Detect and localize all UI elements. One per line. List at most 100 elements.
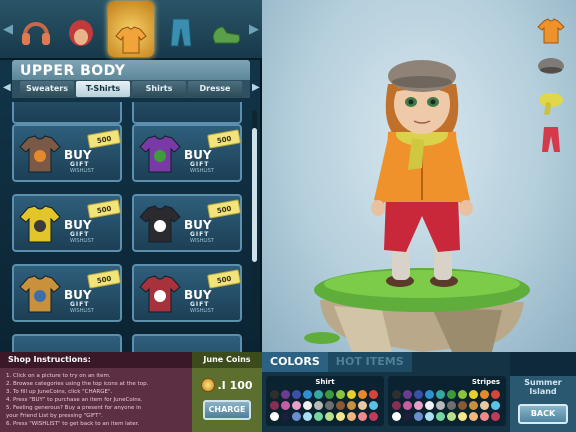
color-swatch[interactable] xyxy=(347,401,356,410)
shop-item-card[interactable]: 500 BUY GIFT WISHLIST xyxy=(12,264,122,322)
color-swatch[interactable] xyxy=(336,390,345,399)
color-swatch[interactable] xyxy=(270,390,279,399)
color-swatch[interactable] xyxy=(480,390,489,399)
buy-button[interactable]: BUY xyxy=(184,288,212,302)
color-swatch[interactable] xyxy=(447,401,456,410)
category-hair[interactable] xyxy=(63,9,99,49)
tab-t-shirts[interactable]: T-Shirts xyxy=(76,81,130,97)
shop-item-card[interactable]: 500 BUY GIFT WISHLIST xyxy=(12,194,122,252)
color-swatch[interactable] xyxy=(303,390,312,399)
color-swatch[interactable] xyxy=(369,390,378,399)
color-swatch[interactable] xyxy=(303,412,312,421)
category-pants[interactable] xyxy=(163,9,199,49)
color-swatch[interactable] xyxy=(358,390,367,399)
color-swatch[interactable] xyxy=(425,401,434,410)
subtab-prev-arrow-icon[interactable]: ◀ xyxy=(3,82,11,93)
back-button[interactable]: BACK xyxy=(518,404,568,424)
gift-button[interactable]: GIFT xyxy=(70,301,89,308)
color-swatch[interactable] xyxy=(336,412,345,421)
color-swatch[interactable] xyxy=(436,401,445,410)
color-swatch[interactable] xyxy=(369,401,378,410)
buy-button[interactable]: BUY xyxy=(184,218,212,232)
buy-button[interactable]: BUY xyxy=(64,218,92,232)
color-swatch[interactable] xyxy=(325,412,334,421)
category-headphones[interactable] xyxy=(18,9,54,49)
color-swatch[interactable] xyxy=(292,412,301,421)
color-swatch[interactable] xyxy=(358,412,367,421)
gift-button[interactable]: GIFT xyxy=(70,161,89,168)
buy-button[interactable]: BUY xyxy=(184,148,212,162)
color-swatch[interactable] xyxy=(303,401,312,410)
color-swatch[interactable] xyxy=(292,390,301,399)
shop-item-card[interactable] xyxy=(12,102,122,124)
tab-sweaters[interactable]: Sweaters xyxy=(20,81,74,97)
color-swatch[interactable] xyxy=(414,390,423,399)
color-swatch[interactable] xyxy=(458,412,467,421)
category-shirts[interactable] xyxy=(107,1,154,57)
color-swatch[interactable] xyxy=(403,390,412,399)
tab-colors[interactable]: COLORS xyxy=(262,352,328,372)
equipped-hat-icon[interactable] xyxy=(536,52,566,82)
color-swatch[interactable] xyxy=(414,401,423,410)
color-swatch[interactable] xyxy=(325,401,334,410)
wishlist-button[interactable]: WISHLIST xyxy=(70,308,94,314)
tab-shirts[interactable]: Shirts xyxy=(132,81,186,97)
color-swatch[interactable] xyxy=(425,390,434,399)
color-swatch[interactable] xyxy=(447,390,456,399)
color-swatch[interactable] xyxy=(314,401,323,410)
color-swatch[interactable] xyxy=(491,390,500,399)
color-swatch[interactable] xyxy=(392,390,401,399)
color-swatch[interactable] xyxy=(436,390,445,399)
color-swatch[interactable] xyxy=(469,401,478,410)
color-swatch[interactable] xyxy=(281,390,290,399)
color-swatch[interactable] xyxy=(358,401,367,410)
tab-hot-items[interactable]: HOT ITEMS xyxy=(327,352,412,372)
color-swatch[interactable] xyxy=(392,412,401,421)
category-shoes[interactable] xyxy=(208,9,244,49)
color-swatch[interactable] xyxy=(414,412,423,421)
category-prev-arrow-icon[interactable]: ◀ xyxy=(3,22,13,37)
color-swatch[interactable] xyxy=(314,390,323,399)
gift-button[interactable]: GIFT xyxy=(190,161,209,168)
color-swatch[interactable] xyxy=(270,412,279,421)
wishlist-button[interactable]: WISHLIST xyxy=(70,168,94,174)
category-next-arrow-icon[interactable]: ▶ xyxy=(249,22,259,37)
color-swatch[interactable] xyxy=(491,401,500,410)
shop-item-card[interactable]: 500 BUY GIFT WISHLIST xyxy=(12,124,122,182)
shop-item-card[interactable]: 500 BUY GIFT WISHLIST xyxy=(132,264,242,322)
wishlist-button[interactable]: WISHLIST xyxy=(70,238,94,244)
color-swatch[interactable] xyxy=(347,390,356,399)
shop-item-card[interactable]: 500 BUY GIFT WISHLIST xyxy=(132,124,242,182)
shop-item-card[interactable] xyxy=(132,334,242,352)
color-swatch[interactable] xyxy=(336,401,345,410)
color-swatch[interactable] xyxy=(270,401,279,410)
avatar-character[interactable] xyxy=(371,60,473,287)
buy-button[interactable]: BUY xyxy=(64,148,92,162)
equipped-scarf-icon[interactable] xyxy=(536,88,566,118)
shop-item-card[interactable] xyxy=(12,334,122,352)
color-swatch[interactable] xyxy=(480,401,489,410)
equipped-shirt-icon[interactable] xyxy=(536,16,566,46)
shop-item-card[interactable] xyxy=(132,102,242,124)
scrollbar-thumb[interactable] xyxy=(252,128,257,262)
color-swatch[interactable] xyxy=(491,412,500,421)
gift-button[interactable]: GIFT xyxy=(190,301,209,308)
wishlist-button[interactable]: WISHLIST xyxy=(190,168,214,174)
equipped-pants-icon[interactable] xyxy=(536,124,566,154)
subtab-next-arrow-icon[interactable]: ▶ xyxy=(252,82,260,93)
color-swatch[interactable] xyxy=(369,412,378,421)
color-swatch[interactable] xyxy=(480,412,489,421)
gift-button[interactable]: GIFT xyxy=(190,231,209,238)
color-swatch[interactable] xyxy=(469,412,478,421)
color-swatch[interactable] xyxy=(469,390,478,399)
color-swatch[interactable] xyxy=(425,412,434,421)
color-swatch[interactable] xyxy=(447,412,456,421)
buy-button[interactable]: BUY xyxy=(64,288,92,302)
color-swatch[interactable] xyxy=(392,401,401,410)
wishlist-button[interactable]: WISHLIST xyxy=(190,238,214,244)
gift-button[interactable]: GIFT xyxy=(70,231,89,238)
shop-item-card[interactable]: 500 BUY GIFT WISHLIST xyxy=(132,194,242,252)
color-swatch[interactable] xyxy=(458,401,467,410)
color-swatch[interactable] xyxy=(403,401,412,410)
tab-dresses[interactable]: Dresse xyxy=(188,81,242,97)
